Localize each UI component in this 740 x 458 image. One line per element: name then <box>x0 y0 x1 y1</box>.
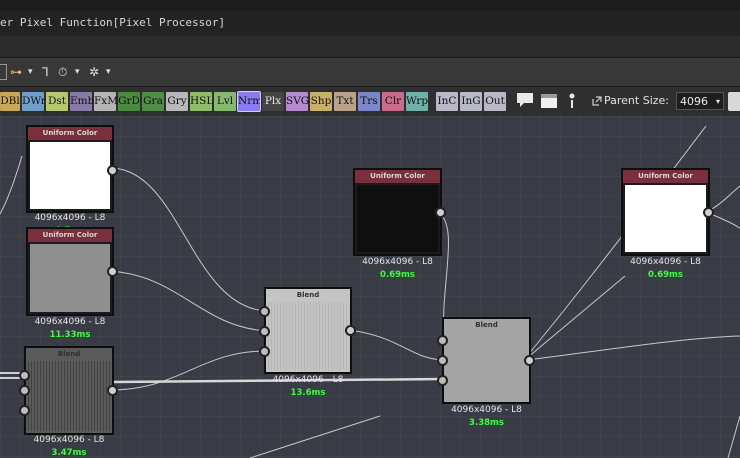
pin-icon[interactable] <box>568 93 576 112</box>
uniform-color-node[interactable]: Uniform Color <box>26 227 114 316</box>
node-title: Uniform Color <box>355 170 440 183</box>
node-thumbnail <box>446 332 527 400</box>
filter-button-ing[interactable]: InG <box>460 92 482 111</box>
node-compute-time: 3.38ms <box>469 418 504 428</box>
node-compute-time: 11.33ms <box>49 330 91 340</box>
input-port[interactable] <box>19 385 30 396</box>
node-title: Uniform Color <box>28 229 112 242</box>
chevron-down-icon[interactable]: ▾ <box>106 67 111 77</box>
filter-button-hsl[interactable]: HSL <box>190 92 213 111</box>
node-resolution: 4096x4096 - L8 <box>451 405 522 415</box>
node-thumbnail <box>28 361 110 431</box>
chevron-down-icon[interactable]: ▾ <box>75 67 80 77</box>
filter-button-dst[interactable]: Dst <box>46 92 68 111</box>
node-title: Blend <box>57 350 81 358</box>
snap-icon[interactable]: ⅂ <box>42 65 49 79</box>
frame-icon[interactable] <box>540 93 558 112</box>
filter-button-clr[interactable]: Clr <box>382 92 404 111</box>
node-resolution: 4096x4096 - L8 <box>34 213 106 223</box>
filter-button-shp[interactable]: Shp <box>310 92 332 111</box>
input-port[interactable] <box>437 335 448 346</box>
frame-tool-button[interactable] <box>0 64 7 80</box>
input-port[interactable] <box>259 306 270 317</box>
node-compute-time: 0.69ms <box>380 270 415 280</box>
input-port[interactable] <box>437 355 448 366</box>
output-port[interactable] <box>107 165 118 176</box>
input-port[interactable] <box>259 326 270 337</box>
node-thumbnail <box>30 142 110 209</box>
blend-node[interactable]: Blend <box>264 287 352 374</box>
chevron-down-icon[interactable]: ▾ <box>28 67 33 77</box>
node-resolution: 4096x4096 - L8 <box>362 257 433 267</box>
filter-button-gry[interactable]: Gry <box>166 92 188 111</box>
parent-size-value: 4096 <box>680 95 708 108</box>
input-port[interactable] <box>19 370 30 381</box>
filter-button-wrp[interactable]: Wrp <box>406 92 428 111</box>
node-compute-time: 0.69ms <box>648 270 683 280</box>
node-thumbnail <box>30 244 110 312</box>
filter-button-lvl[interactable]: Lvl <box>214 92 236 111</box>
header-strip <box>0 36 740 57</box>
filter-button-dbl[interactable]: DBl <box>0 92 20 111</box>
filter-button-dwr[interactable]: DWr <box>22 92 46 111</box>
tab-title[interactable]: er Pixel Function[Pixel Processor] <box>0 16 225 29</box>
filter-button-fxm[interactable]: FxM <box>94 92 118 111</box>
filter-button-txt[interactable]: Txt <box>334 92 356 111</box>
comment-icon[interactable] <box>516 92 534 112</box>
graph-toolbar: ⊶ ▾ ⅂ ⏱ ▾ ✲ ▾ <box>0 57 740 86</box>
blend-node[interactable]: Blend <box>24 346 114 435</box>
output-port[interactable] <box>107 385 118 396</box>
node-thumbnail <box>268 302 348 370</box>
toolbar-overflow-button[interactable] <box>728 92 740 111</box>
external-link-icon[interactable] <box>592 95 602 109</box>
node-resolution: 4096x4096 - L8 <box>272 375 344 385</box>
output-port[interactable] <box>345 325 356 336</box>
graph-canvas[interactable]: Uniform Color4096x4096 - L80.7msUniform … <box>0 116 740 458</box>
node-thumbnail <box>625 185 706 252</box>
input-port[interactable] <box>437 375 448 386</box>
chevron-down-icon: ▾ <box>715 97 720 106</box>
settings-icon[interactable]: ✲ <box>89 65 99 79</box>
filter-button-grd[interactable]: GrD <box>118 92 140 111</box>
filter-button-emb[interactable]: Emb <box>70 92 94 111</box>
node-library-toolbar: DBl DWr Dst Emb FxM GrD Gra Gry HSL Lvl Nrm Plx SVG S… <box>0 86 740 116</box>
uniform-color-node[interactable]: Uniform Color <box>26 125 114 213</box>
node-compute-time: 3.47ms <box>51 448 87 458</box>
node-title: Uniform Color <box>623 170 708 183</box>
node-resolution: 4096x4096 - L8 <box>33 435 105 445</box>
parent-size-dropdown[interactable]: 4096 ▾ <box>676 92 724 110</box>
uniform-color-node[interactable]: Uniform Color <box>621 168 710 256</box>
filter-button-trs[interactable]: Trs <box>358 92 380 111</box>
output-port[interactable] <box>435 207 446 218</box>
link-style-icon[interactable]: ⊶ <box>10 65 22 79</box>
blend-node[interactable]: Blend <box>442 317 531 404</box>
filter-button-inc[interactable]: InC <box>436 92 458 111</box>
node-thumbnail <box>357 185 438 252</box>
node-resolution: 4096x4096 - L8 <box>630 257 701 267</box>
filter-button-out[interactable]: Out <box>484 92 506 111</box>
node-title: Blend <box>475 321 498 329</box>
output-port[interactable] <box>524 355 535 366</box>
filter-button-gra[interactable]: Gra <box>142 92 164 111</box>
uniform-color-node[interactable]: Uniform Color <box>353 168 442 256</box>
filter-button-nrm[interactable]: Nrm <box>237 91 262 112</box>
window-titlebar <box>0 0 740 10</box>
node-compute-time: 13.6ms <box>290 388 326 398</box>
parent-size-label: Parent Size: <box>604 94 669 107</box>
node-resolution: 4096x4096 - L8 <box>34 317 106 327</box>
tab-bar: er Pixel Function[Pixel Processor] <box>0 10 740 36</box>
filter-button-svg[interactable]: SVG <box>286 92 309 111</box>
timer-icon[interactable]: ⏱ <box>58 65 67 80</box>
node-title: Blend <box>296 291 320 299</box>
output-port[interactable] <box>703 207 714 218</box>
filter-button-plx[interactable]: Plx <box>262 92 284 111</box>
input-port[interactable] <box>259 346 270 357</box>
node-title: Uniform Color <box>28 127 112 140</box>
output-port[interactable] <box>107 266 118 277</box>
input-port[interactable] <box>19 405 30 416</box>
